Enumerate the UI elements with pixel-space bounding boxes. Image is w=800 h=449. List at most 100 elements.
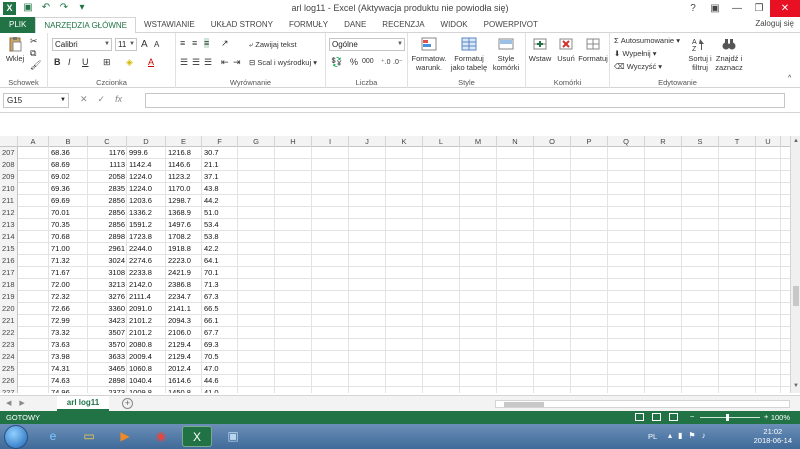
column-header-o[interactable]: O [534, 136, 571, 147]
zoom-level[interactable]: 100% [771, 413, 790, 422]
clear-button[interactable]: ⌫ Wyczyść ▾ [614, 62, 662, 71]
cell-f[interactable]: 67.7 [204, 327, 236, 339]
cell-c[interactable]: 3507 [90, 327, 125, 339]
column-header-i[interactable]: I [312, 136, 349, 147]
minimize-button[interactable]: — [726, 0, 748, 17]
cell-e[interactable]: 2223.0 [168, 255, 200, 267]
delete-cells-button[interactable]: Usuń [554, 36, 578, 63]
cell-c[interactable]: 3024 [90, 255, 125, 267]
cell-b[interactable]: 70.35 [51, 219, 86, 231]
volume-icon[interactable]: ♪ [702, 431, 706, 440]
column-header-m[interactable]: M [460, 136, 497, 147]
column-header-l[interactable]: L [423, 136, 460, 147]
remote-desktop-icon[interactable]: ▣ [218, 426, 248, 447]
align-left-icon[interactable]: ☰ [180, 57, 188, 68]
cell-c[interactable]: 3213 [90, 279, 125, 291]
cell-f[interactable]: 41.0 [204, 387, 236, 393]
row-header[interactable]: 216 [0, 255, 18, 267]
cell-f[interactable]: 70.5 [204, 351, 236, 363]
bold-button[interactable]: B [54, 57, 61, 67]
insert-cells-button[interactable]: Wstaw [527, 36, 553, 63]
cell-b[interactable]: 73.63 [51, 339, 86, 351]
copy-icon[interactable]: ⧉ [30, 48, 36, 59]
cell-d[interactable]: 2274.6 [129, 255, 164, 267]
row-header[interactable]: 225 [0, 363, 18, 375]
scroll-up-icon[interactable]: ▲ [792, 138, 800, 146]
tab-view[interactable]: WIDOK [433, 17, 476, 33]
cell-b[interactable]: 69.69 [51, 195, 86, 207]
cell-f[interactable]: 69.3 [204, 339, 236, 351]
grow-font-button[interactable]: A [141, 39, 148, 50]
column-header-b[interactable]: B [49, 136, 88, 147]
align-middle-icon[interactable]: ≡ [192, 38, 197, 48]
cell-e[interactable]: 2094.3 [168, 315, 200, 327]
cell-c[interactable]: 2898 [90, 231, 125, 243]
cell-styles-button[interactable]: Style komórki [490, 36, 522, 72]
cell-b[interactable]: 71.32 [51, 255, 86, 267]
row-header[interactable]: 227 [0, 387, 18, 393]
close-button[interactable]: ✕ [770, 0, 800, 17]
column-header-c[interactable]: C [88, 136, 127, 147]
tab-file[interactable]: PLIK [0, 17, 36, 33]
redo-icon[interactable]: ↷ [58, 2, 70, 13]
increase-indent-icon[interactable]: ⇥ [233, 57, 241, 68]
cell-f[interactable]: 67.3 [204, 291, 236, 303]
conditional-formatting-button[interactable]: Formatow. warunk. [410, 36, 448, 72]
cell-d[interactable]: 1040.4 [129, 375, 164, 387]
cell-d[interactable]: 1009.8 [129, 387, 164, 393]
cell-e[interactable]: 1123.2 [168, 171, 200, 183]
decrease-decimal-icon[interactable]: .0⁻ [393, 58, 403, 66]
flag-icon[interactable]: ⚑ [688, 431, 695, 440]
row-header[interactable]: 221 [0, 315, 18, 327]
media-player-icon[interactable]: ▶ [110, 426, 140, 447]
cell-c[interactable]: 3570 [90, 339, 125, 351]
cell-f[interactable]: 30.7 [204, 147, 236, 159]
worksheet-grid[interactable]: 207 68.36 1176 999.6 1216.8 30.7 208 68.69 1113 1… [0, 147, 790, 393]
enter-icon[interactable]: ✓ [98, 94, 106, 105]
align-top-icon[interactable]: ≡ [180, 38, 185, 48]
cell-f[interactable]: 53.8 [204, 231, 236, 243]
prev-sheet-icon[interactable]: ◀ [6, 399, 11, 407]
cell-b[interactable]: 73.98 [51, 351, 86, 363]
cancel-icon[interactable]: ✕ [80, 94, 88, 105]
cell-e[interactable]: 2012.4 [168, 363, 200, 375]
cell-e[interactable]: 1918.8 [168, 243, 200, 255]
cell-d[interactable]: 1723.8 [129, 231, 164, 243]
cell-d[interactable]: 1142.4 [129, 159, 164, 171]
row-header[interactable]: 213 [0, 219, 18, 231]
cell-e[interactable]: 1170.0 [168, 183, 200, 195]
increase-decimal-icon[interactable]: ⁺.0 [381, 58, 391, 66]
autosum-button[interactable]: Σ Autosumowanie ▾ [614, 36, 680, 45]
cell-e[interactable]: 1216.8 [168, 147, 200, 159]
cell-d[interactable]: 2101.2 [129, 315, 164, 327]
undo-icon[interactable]: ↶ [40, 2, 52, 13]
row-header[interactable]: 220 [0, 303, 18, 315]
cell-d[interactable]: 2111.4 [129, 291, 164, 303]
fill-color-icon[interactable]: ◈ [126, 57, 133, 68]
customize-qat-icon[interactable]: ▾ [76, 2, 88, 13]
cell-f[interactable]: 42.2 [204, 243, 236, 255]
cut-icon[interactable]: ✂ [30, 36, 38, 47]
cell-e[interactable]: 2141.1 [168, 303, 200, 315]
cell-b[interactable]: 72.99 [51, 315, 86, 327]
cell-b[interactable]: 72.00 [51, 279, 86, 291]
row-header[interactable]: 215 [0, 243, 18, 255]
thousands-separator-button[interactable]: 000 [362, 58, 374, 65]
cell-b[interactable]: 69.02 [51, 171, 86, 183]
help-icon[interactable]: ? [682, 0, 704, 17]
cell-e[interactable]: 1497.6 [168, 219, 200, 231]
zoom-slider-knob[interactable] [726, 414, 729, 421]
cell-b[interactable]: 70.68 [51, 231, 86, 243]
shrink-font-button[interactable]: A [154, 40, 159, 49]
column-header-t[interactable]: T [719, 136, 756, 147]
select-all-corner[interactable] [0, 136, 18, 147]
formula-input[interactable] [145, 93, 785, 108]
cell-c[interactable]: 2058 [90, 171, 125, 183]
cell-e[interactable]: 1708.2 [168, 231, 200, 243]
horizontal-scrollbar[interactable] [495, 400, 790, 408]
wrap-text-button[interactable]: ⤶ Zawijaj tekst [249, 40, 297, 50]
column-header-n[interactable]: N [497, 136, 534, 147]
horizontal-scroll-thumb[interactable] [504, 402, 544, 407]
cell-c[interactable]: 3633 [90, 351, 125, 363]
find-select-button[interactable]: Znajdź i zaznacz [714, 36, 744, 72]
